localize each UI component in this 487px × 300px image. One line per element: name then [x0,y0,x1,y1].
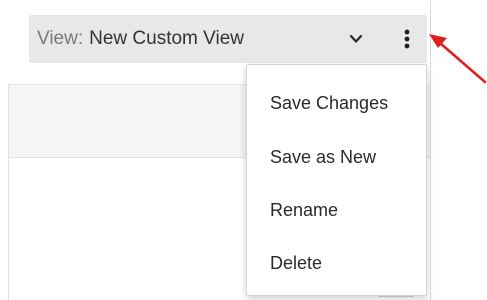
more-vertical-icon[interactable] [393,23,421,55]
view-label: View: [37,28,84,49]
chevron-down-icon [349,34,363,43]
annotation-arrow-icon [429,34,487,84]
menu-item-save-as-new[interactable]: Save as New [247,131,426,184]
menu-item-delete[interactable]: Delete [247,237,426,290]
view-selector-bar: View: New Custom View [29,15,427,63]
view-dropdown[interactable]: View: New Custom View [29,15,378,63]
menu-item-rename[interactable]: Rename [247,184,426,237]
menu-item-save-changes[interactable]: Save Changes [247,77,426,130]
screenshot-canvas: View: New Custom View Save Changes Save … [0,0,487,300]
panel-bottom-edge [378,296,414,300]
view-options-menu: Save Changes Save as New Rename Delete [246,64,427,296]
view-current-value: New Custom View [89,28,244,49]
panel-divider [8,84,9,300]
